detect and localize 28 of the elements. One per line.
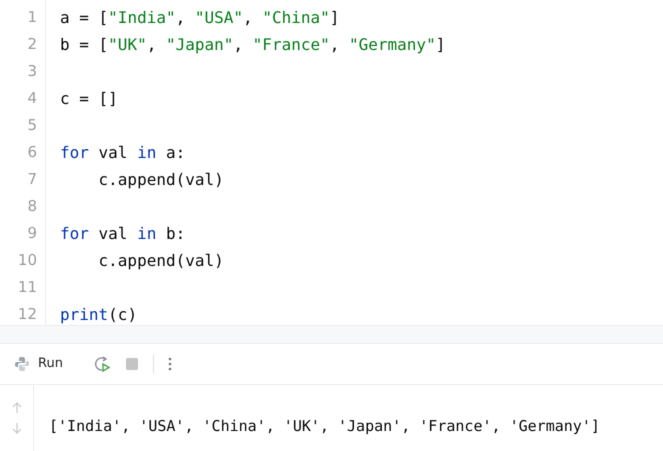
line-number: 3 xyxy=(27,62,37,80)
down-arrow-icon[interactable] xyxy=(12,422,22,434)
line-number: 11 xyxy=(18,278,37,296)
line-number: 1 xyxy=(27,8,37,26)
code-line: c = [] xyxy=(60,89,118,108)
code-line: print(c) xyxy=(60,305,138,324)
code-line: for val in b: xyxy=(60,224,186,243)
line-number: 2 xyxy=(27,35,37,53)
stop-icon[interactable] xyxy=(124,357,139,371)
code-line: for val in a: xyxy=(60,143,186,162)
rerun-icon[interactable] xyxy=(92,355,111,373)
line-number: 7 xyxy=(27,170,37,188)
line-number: 8 xyxy=(27,197,37,215)
run-tab[interactable]: Run xyxy=(38,354,63,374)
line-number: 10 xyxy=(18,251,37,269)
code-line: c.append(val) xyxy=(98,170,224,189)
line-number: 5 xyxy=(27,116,37,134)
more-icon[interactable] xyxy=(168,357,172,371)
line-number: 4 xyxy=(27,89,37,107)
code-line: a = ["India", "USA", "China"] xyxy=(60,8,340,27)
line-number: 12 xyxy=(18,305,37,323)
console-output: ['India', 'USA', 'China', 'UK', 'Japan', 'France', 'Germany'] xyxy=(49,417,600,435)
code-line: b = ["UK", "Japan", "France", "Germany"] xyxy=(60,35,446,54)
up-arrow-icon[interactable] xyxy=(12,402,22,414)
code-line: c.append(val) xyxy=(98,251,224,270)
line-number: 9 xyxy=(27,224,37,242)
line-number: 6 xyxy=(27,143,37,161)
python-icon xyxy=(14,356,30,372)
